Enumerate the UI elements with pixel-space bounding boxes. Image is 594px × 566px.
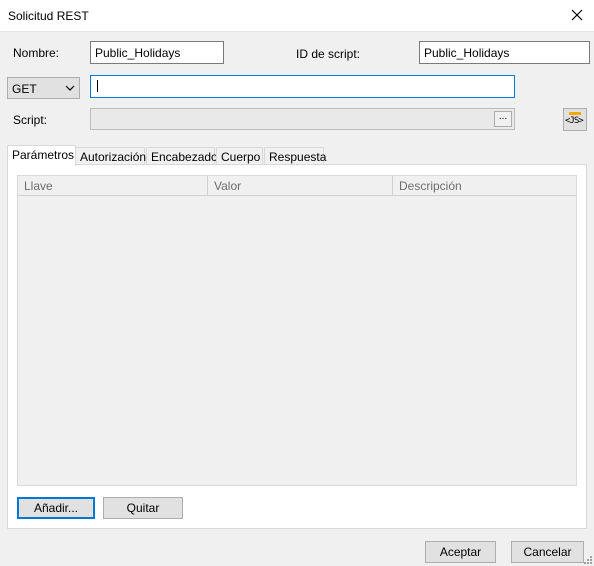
close-icon bbox=[571, 9, 583, 21]
script-id-label: ID de script: bbox=[296, 47, 361, 61]
column-header-description[interactable]: Descripción bbox=[393, 176, 576, 196]
tab-autorizacion[interactable]: Autorización bbox=[75, 147, 146, 165]
tab-cuerpo[interactable]: Cuerpo bbox=[216, 147, 263, 165]
tab-encabezado[interactable]: Encabezado bbox=[146, 147, 218, 165]
url-field[interactable] bbox=[90, 75, 515, 98]
script-label: Script: bbox=[13, 113, 48, 127]
add-button[interactable]: Añadir... bbox=[17, 497, 95, 519]
grid-header: Llave Valor Descripción bbox=[18, 176, 576, 196]
resize-grip-icon[interactable] bbox=[584, 556, 592, 564]
name-field[interactable]: Public_Holidays bbox=[90, 41, 224, 64]
parameters-panel: Llave Valor Descripción Añadir... Quitar bbox=[7, 164, 587, 529]
remove-button[interactable]: Quitar bbox=[103, 497, 183, 519]
browse-script-button[interactable]: ... bbox=[494, 111, 512, 127]
text-caret bbox=[97, 80, 98, 92]
tab-respuesta[interactable]: Respuesta bbox=[264, 147, 326, 165]
js-icon-bar bbox=[569, 112, 581, 115]
script-id-field[interactable]: Public_Holidays bbox=[419, 41, 590, 64]
js-icon: <JS> bbox=[565, 116, 584, 126]
close-button[interactable] bbox=[560, 0, 594, 32]
parameters-grid[interactable]: Llave Valor Descripción bbox=[17, 175, 577, 486]
column-header-key[interactable]: Llave bbox=[18, 176, 208, 196]
tab-parametros[interactable]: Parámetros bbox=[7, 145, 76, 166]
chevron-down-icon bbox=[65, 85, 75, 91]
script-field: ... bbox=[90, 108, 515, 130]
method-value: GET bbox=[12, 82, 37, 96]
title-bar: Solicitud REST bbox=[0, 0, 594, 32]
ok-button[interactable]: Aceptar bbox=[425, 541, 496, 563]
cancel-button[interactable]: Cancelar bbox=[511, 541, 584, 563]
column-header-value[interactable]: Valor bbox=[208, 176, 393, 196]
method-select[interactable]: GET bbox=[7, 77, 80, 99]
window-title: Solicitud REST bbox=[8, 9, 89, 23]
name-label: Nombre: bbox=[13, 46, 60, 60]
js-editor-button[interactable]: <JS> bbox=[563, 108, 587, 131]
